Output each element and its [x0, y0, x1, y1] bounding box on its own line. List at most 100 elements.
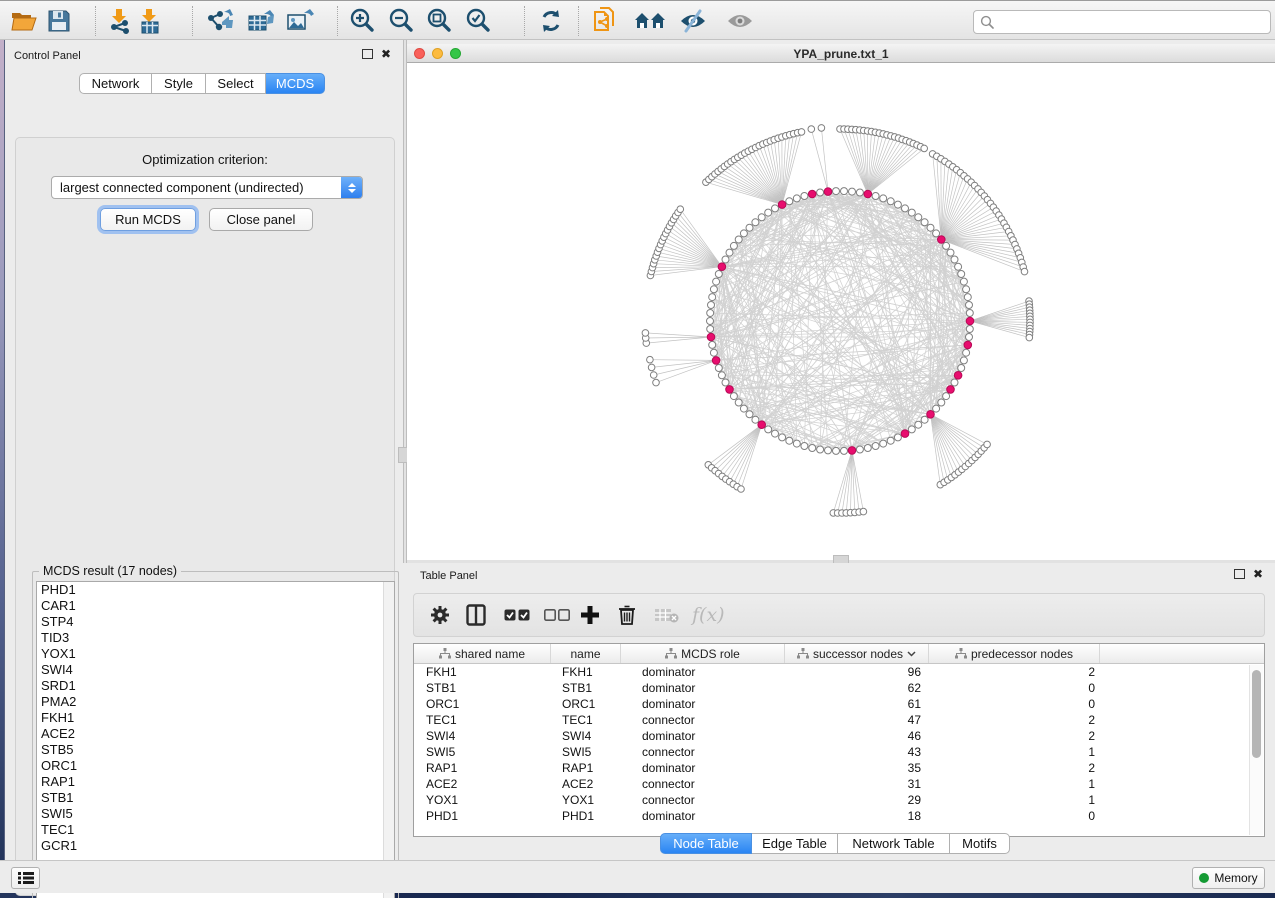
- export-network-button[interactable]: [204, 5, 236, 37]
- zoom-in-button[interactable]: [347, 5, 379, 37]
- mcds-result-item[interactable]: GCR1: [37, 838, 394, 854]
- zoom-out-button[interactable]: [386, 5, 418, 37]
- search-input[interactable]: [994, 13, 1270, 31]
- mcds-result-item[interactable]: TEC1: [37, 822, 394, 838]
- mcds-result-item[interactable]: FKH1: [37, 710, 394, 726]
- table-cell: 0: [929, 680, 1100, 696]
- tab-node-table[interactable]: Node Table: [660, 833, 752, 854]
- network-window: YPA_prune.txt_1: [407, 44, 1275, 560]
- table-cell: dominator: [621, 664, 785, 680]
- table-cell: 1: [929, 776, 1100, 792]
- column-header-successor-nodes[interactable]: successor nodes: [785, 644, 929, 663]
- table-cell: STB1: [551, 680, 621, 696]
- mcds-result-item[interactable]: TID3: [37, 630, 394, 646]
- import-network-button[interactable]: [104, 5, 136, 37]
- table-settings-button[interactable]: [430, 605, 450, 625]
- delete-column-button[interactable]: [618, 605, 636, 626]
- table-row[interactable]: RAP1RAP1dominator352: [414, 760, 1250, 776]
- table-row[interactable]: YOX1YOX1connector291: [414, 792, 1250, 808]
- hide-selected-button[interactable]: [677, 5, 709, 37]
- deselect-all-rows-button[interactable]: [544, 609, 570, 621]
- tab-motifs[interactable]: Motifs: [950, 833, 1010, 854]
- table-cell: STB1: [414, 680, 551, 696]
- table-row[interactable]: TEC1TEC1connector472: [414, 712, 1250, 728]
- column-header-shared-name[interactable]: shared name: [414, 644, 551, 663]
- table-row[interactable]: SWI4SWI4dominator462: [414, 728, 1250, 744]
- apply-layout-button[interactable]: [535, 5, 567, 37]
- mcds-result-item[interactable]: CAR1: [37, 598, 394, 614]
- float-panel-icon[interactable]: [362, 49, 373, 59]
- table-cell: PHD1: [551, 808, 621, 824]
- mcds-result-item[interactable]: STP4: [37, 614, 394, 630]
- close-panel-icon[interactable]: ✖: [381, 49, 391, 59]
- table-row[interactable]: SWI5SWI5connector431: [414, 744, 1250, 760]
- tab-style[interactable]: Style: [152, 73, 206, 94]
- mcds-result-item[interactable]: SWI5: [37, 806, 394, 822]
- houses-icon: [634, 10, 666, 32]
- column-header-MCDS-role[interactable]: MCDS role: [621, 644, 785, 663]
- tab-edge-table[interactable]: Edge Table: [752, 833, 838, 854]
- network-canvas[interactable]: [407, 63, 1275, 560]
- mcds-result-item[interactable]: RAP1: [37, 774, 394, 790]
- table-scrollbar-thumb[interactable]: [1252, 670, 1261, 758]
- import-table-button[interactable]: [133, 5, 165, 37]
- run-mcds-button[interactable]: Run MCDS: [100, 208, 196, 231]
- mcds-result-item[interactable]: STB1: [37, 790, 394, 806]
- table-cell: SWI5: [551, 744, 621, 760]
- mcds-list-scrollbar[interactable]: [383, 582, 394, 898]
- mcds-result-item[interactable]: SWI4: [37, 662, 394, 678]
- float-panel-icon[interactable]: [1234, 569, 1245, 579]
- sort-desc-icon: [907, 651, 916, 657]
- table-cell: connector: [621, 792, 785, 808]
- mcds-result-item[interactable]: YOX1: [37, 646, 394, 662]
- gear-icon: [430, 605, 450, 625]
- node-table: shared name nameMCDS rolesuccessor nodesp…: [413, 643, 1265, 837]
- tab-network-table[interactable]: Network Table: [838, 833, 950, 854]
- new-network-from-selection-button[interactable]: [589, 5, 621, 37]
- mcds-result-item[interactable]: PMA2: [37, 694, 394, 710]
- table-cell: 43: [785, 744, 929, 760]
- export-image-button[interactable]: [284, 5, 316, 37]
- open-file-button[interactable]: [8, 5, 40, 37]
- close-panel-button[interactable]: Close panel: [209, 208, 313, 231]
- network-graph[interactable]: [407, 63, 1275, 560]
- zoom-selected-button[interactable]: [463, 5, 495, 37]
- save-session-button[interactable]: [43, 5, 75, 37]
- column-header-name[interactable]: name: [551, 644, 621, 663]
- table-row[interactable]: STB1STB1dominator620: [414, 680, 1250, 696]
- network-titlebar[interactable]: YPA_prune.txt_1: [407, 44, 1275, 63]
- mcds-result-item[interactable]: PHD1: [37, 582, 394, 598]
- show-column-panel-button[interactable]: [466, 604, 486, 626]
- table-row[interactable]: FKH1FKH1dominator962: [414, 664, 1250, 680]
- table-row[interactable]: ACE2ACE2connector311: [414, 776, 1250, 792]
- mcds-result-item[interactable]: ACE2: [37, 726, 394, 742]
- save-icon: [47, 9, 71, 33]
- tab-select[interactable]: Select: [206, 73, 266, 94]
- mcds-result-item[interactable]: ORC1: [37, 758, 394, 774]
- export-table-button[interactable]: [245, 5, 277, 37]
- memory-label: Memory: [1214, 871, 1257, 885]
- show-all-button[interactable]: [724, 5, 756, 37]
- table-row[interactable]: ORC1ORC1dominator610: [414, 696, 1250, 712]
- dropdown-selected-value: largest connected component (undirected): [52, 180, 341, 195]
- close-panel-icon[interactable]: ✖: [1253, 569, 1263, 579]
- column-header-predecessor-nodes[interactable]: predecessor nodes: [929, 644, 1100, 663]
- table-row[interactable]: PHD1PHD1dominator180: [414, 808, 1250, 824]
- select-all-rows-button[interactable]: [504, 609, 530, 621]
- mcds-result-item[interactable]: SRD1: [37, 678, 394, 694]
- search-field[interactable]: [973, 10, 1271, 34]
- column-header-label: shared name: [455, 647, 525, 661]
- shared-column-icon: [665, 648, 677, 659]
- tab-mcds[interactable]: MCDS: [266, 73, 325, 94]
- mcds-result-list[interactable]: PHD1CAR1STP4TID3YOX1SWI4SRD1PMA2FKH1ACE2…: [36, 581, 395, 898]
- table-scrollbar[interactable]: [1249, 665, 1263, 835]
- memory-button[interactable]: Memory: [1192, 867, 1265, 889]
- show-panels-button[interactable]: [11, 867, 40, 889]
- first-neighbors-button[interactable]: [634, 5, 666, 37]
- status-bar: Memory: [0, 860, 1275, 893]
- create-column-button[interactable]: [580, 605, 600, 625]
- mcds-result-item[interactable]: STB5: [37, 742, 394, 758]
- tab-network[interactable]: Network: [79, 73, 152, 94]
- optimization-criterion-select[interactable]: largest connected component (undirected): [51, 176, 363, 199]
- zoom-fit-button[interactable]: [424, 5, 456, 37]
